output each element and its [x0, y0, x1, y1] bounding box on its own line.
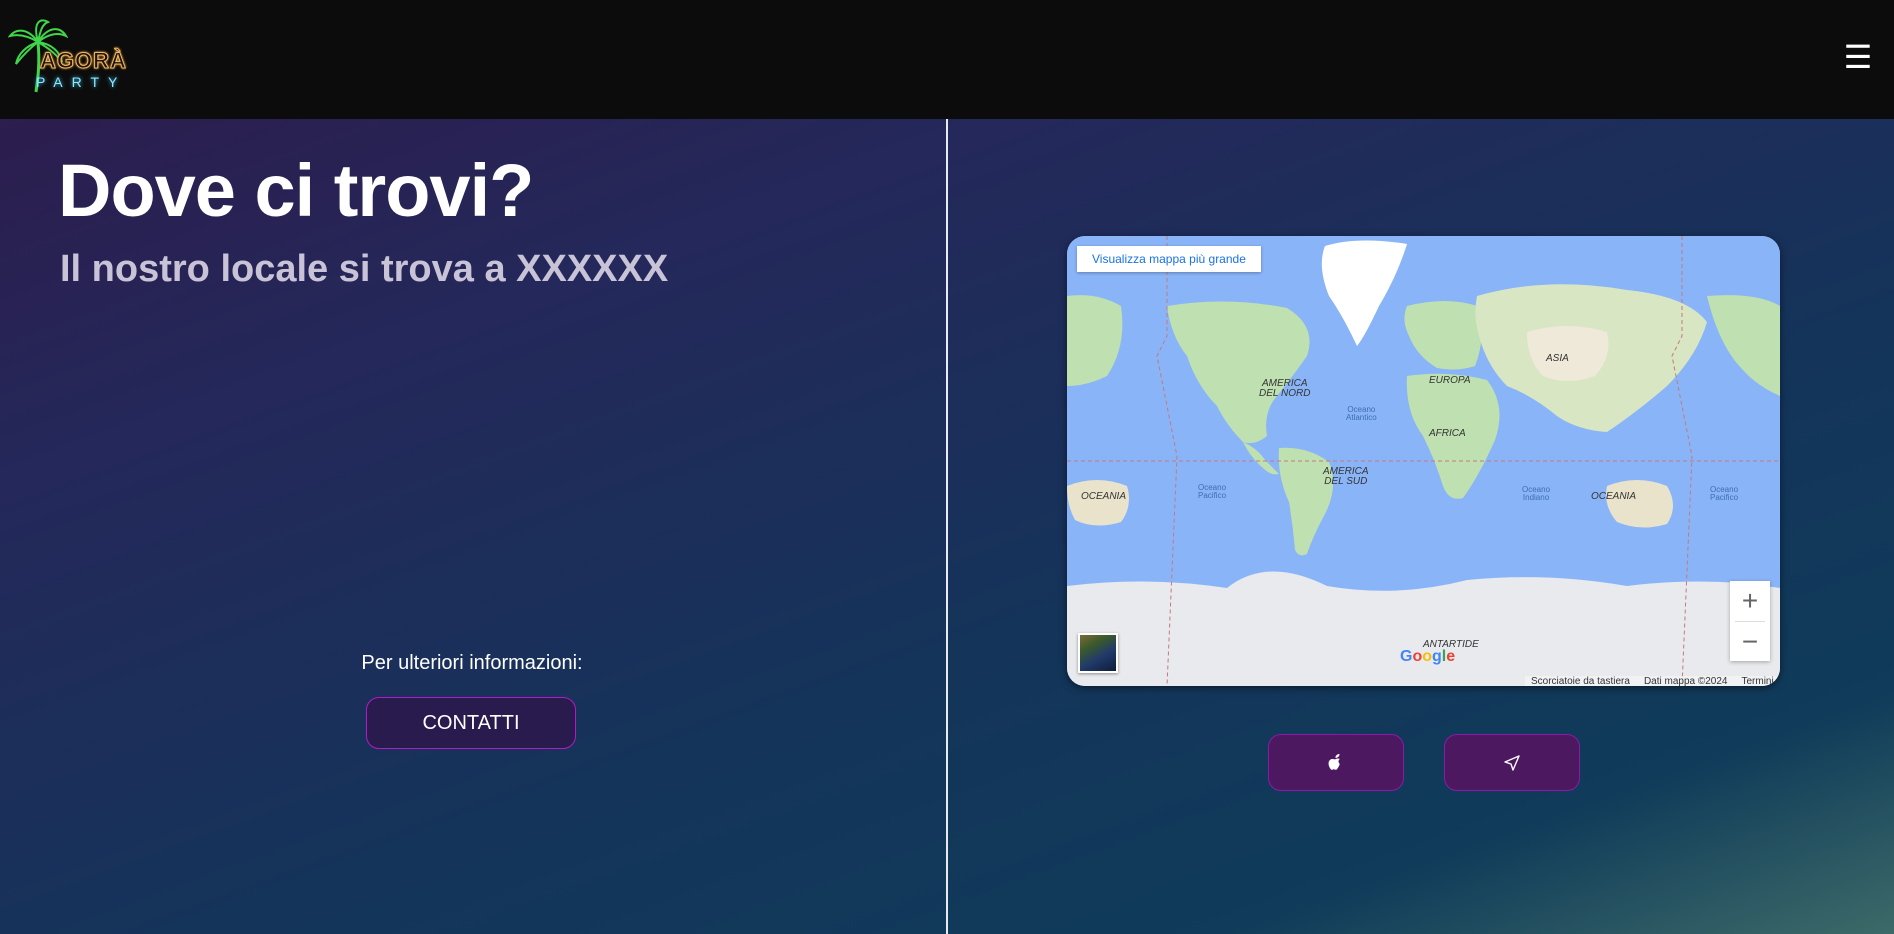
map-label-north-america: AMERICA DEL NORD: [1259, 378, 1311, 399]
map-label-south-america: AMERICA DEL SUD: [1323, 466, 1369, 487]
google-logo: Google: [1400, 648, 1456, 665]
map-data-attribution[interactable]: Dati mappa ©2024: [1644, 676, 1728, 686]
apple-icon: [1328, 753, 1340, 770]
zoom-in-button[interactable]: +: [1730, 581, 1770, 621]
hamburger-menu-icon[interactable]: ☰: [1842, 40, 1874, 74]
page-title: Dove ci trovi?: [58, 149, 534, 232]
zoom-out-button[interactable]: −: [1730, 622, 1770, 662]
contact-button[interactable]: CONTATTI: [366, 697, 576, 749]
map-label-europe: EUROPA: [1429, 375, 1471, 386]
apple-maps-button[interactable]: [1268, 734, 1404, 791]
info-text: Per ulteriori informazioni:: [361, 652, 583, 674]
map-zoom-controls: + −: [1730, 581, 1770, 661]
satellite-layer-toggle[interactable]: [1078, 633, 1118, 673]
location-subtitle: Il nostro locale si trova a XXXXXX: [60, 248, 669, 290]
map-label-indian: Oceano Indiano: [1522, 485, 1551, 502]
map-label-pacific-left: Oceano Pacifico: [1198, 483, 1227, 500]
terms-link[interactable]: Termini: [1741, 676, 1773, 686]
agora-party-logo[interactable]: AGORÀ PARTY: [8, 18, 136, 94]
map-label-oceania-left: OCEANIA: [1081, 491, 1127, 502]
map-label-atlantic: Oceano Atlantico: [1346, 405, 1377, 422]
keyboard-shortcuts-link[interactable]: Scorciatoie da tastiera: [1531, 676, 1630, 686]
navigate-button[interactable]: [1444, 734, 1580, 791]
world-map[interactable]: [1067, 236, 1780, 686]
map-footer: Scorciatoie da tastiera Dati mappa ©2024…: [1525, 676, 1780, 686]
map-label-asia: ASIA: [1546, 353, 1569, 364]
logo-wordmark: AGORÀ: [40, 48, 127, 74]
navigation-arrow-icon: [1504, 754, 1520, 771]
map-label-africa: AFRICA: [1429, 428, 1466, 439]
google-map-embed[interactable]: AMERICA DEL NORD EUROPA ASIA AFRICA AMERI…: [1067, 236, 1780, 686]
map-label-pacific-right: Oceano Pacifico: [1710, 485, 1739, 502]
logo-subtitle: PARTY: [36, 74, 127, 90]
view-larger-map-link[interactable]: Visualizza mappa più grande: [1077, 246, 1261, 272]
section-divider: [946, 119, 948, 934]
map-label-oceania-right: OCEANIA: [1591, 491, 1637, 502]
top-navigation-bar: AGORÀ PARTY ☰: [0, 0, 1894, 119]
